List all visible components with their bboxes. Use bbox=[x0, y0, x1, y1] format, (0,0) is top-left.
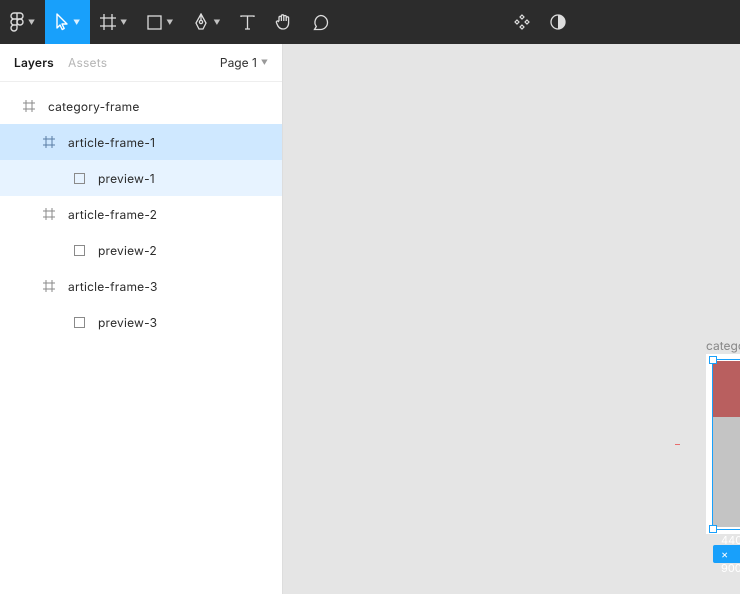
layer-name: article-frame-3 bbox=[68, 279, 158, 294]
tab-layers[interactable]: Layers bbox=[14, 55, 54, 70]
hand-tool-button[interactable] bbox=[265, 0, 302, 44]
text-icon bbox=[240, 15, 255, 30]
tab-assets[interactable]: Assets bbox=[68, 55, 107, 70]
canvas[interactable]: category-frame 440 × 900 bbox=[283, 44, 740, 594]
frame-icon bbox=[42, 207, 56, 221]
chevron-down-icon: ▼ bbox=[166, 18, 173, 27]
text-tool-button[interactable] bbox=[230, 0, 265, 44]
chevron-down-icon: ▼ bbox=[73, 18, 80, 27]
layer-name: category-frame bbox=[48, 99, 140, 114]
frame-icon bbox=[42, 279, 56, 293]
comment-icon bbox=[312, 14, 329, 31]
figma-logo-icon bbox=[10, 12, 24, 32]
sidebar-header: Layers Assets Page 1 ▼ bbox=[0, 44, 282, 82]
page-label: Page 1 bbox=[220, 55, 257, 70]
main-menu-button[interactable]: ▼ bbox=[0, 0, 45, 44]
article-frame-1[interactable] bbox=[713, 361, 740, 527]
guide-tick bbox=[675, 444, 680, 445]
category-frame[interactable] bbox=[706, 354, 740, 534]
layer-row-article-frame-2[interactable]: article-frame-2 bbox=[0, 196, 282, 232]
layer-name: preview-1 bbox=[98, 171, 155, 186]
layer-name: preview-2 bbox=[98, 243, 157, 258]
main-area: Layers Assets Page 1 ▼ category-frame art… bbox=[0, 44, 740, 594]
dimensions-badge: 440 × 900 bbox=[713, 545, 740, 563]
layer-row-preview-3[interactable]: preview-3 bbox=[0, 304, 282, 340]
chevron-down-icon: ▼ bbox=[28, 18, 35, 27]
rect-icon bbox=[72, 171, 86, 185]
left-sidebar: Layers Assets Page 1 ▼ category-frame art… bbox=[0, 44, 283, 594]
chevron-down-icon: ▼ bbox=[213, 18, 220, 27]
layer-row-category-frame[interactable]: category-frame bbox=[0, 88, 282, 124]
components-button[interactable] bbox=[504, 0, 540, 44]
layers-panel: category-frame article-frame-1 preview-1 ar… bbox=[0, 82, 282, 594]
frame-icon bbox=[22, 99, 36, 113]
chevron-down-icon: ▼ bbox=[261, 58, 268, 67]
layer-name: preview-3 bbox=[98, 315, 157, 330]
mask-icon bbox=[550, 14, 566, 30]
frame-tool-button[interactable]: ▼ bbox=[90, 0, 137, 44]
layer-row-article-frame-3[interactable]: article-frame-3 bbox=[0, 268, 282, 304]
rectangle-icon bbox=[147, 15, 162, 30]
top-toolbar: ▼ ▼ ▼ ▼ ▼ bbox=[0, 0, 740, 44]
chevron-down-icon: ▼ bbox=[120, 18, 127, 27]
hand-icon bbox=[275, 13, 292, 31]
cursor-icon bbox=[55, 13, 69, 31]
layer-row-preview-2[interactable]: preview-2 bbox=[0, 232, 282, 268]
frame-icon bbox=[42, 135, 56, 149]
preview-1[interactable] bbox=[713, 361, 740, 417]
comment-tool-button[interactable] bbox=[302, 0, 339, 44]
pen-icon bbox=[193, 13, 209, 31]
shape-tool-button[interactable]: ▼ bbox=[137, 0, 183, 44]
mask-button[interactable] bbox=[540, 0, 576, 44]
page-selector[interactable]: Page 1 ▼ bbox=[220, 55, 268, 70]
frame-icon bbox=[100, 14, 116, 30]
layer-name: article-frame-1 bbox=[68, 135, 155, 150]
pen-tool-button[interactable]: ▼ bbox=[183, 0, 230, 44]
rect-icon bbox=[72, 243, 86, 257]
rect-icon bbox=[72, 315, 86, 329]
components-icon bbox=[514, 14, 530, 30]
layer-name: article-frame-2 bbox=[68, 207, 157, 222]
layer-row-article-frame-1[interactable]: article-frame-1 bbox=[0, 124, 282, 160]
move-tool-button[interactable]: ▼ bbox=[45, 0, 90, 44]
layer-row-preview-1[interactable]: preview-1 bbox=[0, 160, 282, 196]
